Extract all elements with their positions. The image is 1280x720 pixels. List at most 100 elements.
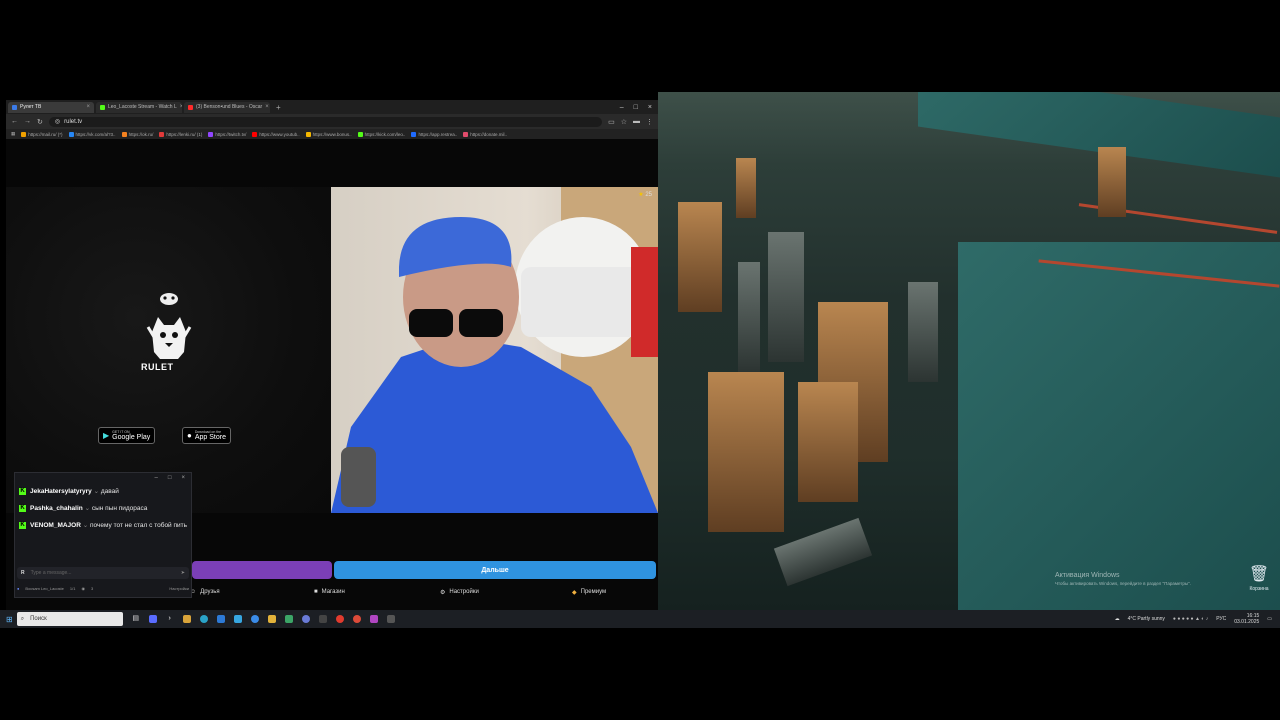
file-explorer-icon[interactable]: [182, 615, 191, 623]
minimize-icon[interactable]: –: [155, 475, 158, 481]
bookmark-item[interactable]: https://app.restrea..: [411, 131, 458, 137]
app-icon[interactable]: [369, 615, 378, 623]
wallpaper-building: [738, 262, 760, 372]
app-icon[interactable]: [386, 615, 395, 623]
bookmark-item[interactable]: https://lenki.ru/ (1): [159, 131, 202, 137]
next-button[interactable]: Дальше: [334, 561, 656, 579]
tab-kick[interactable]: Leo_Lacoste Stream - Watch L ×: [96, 101, 182, 113]
nav-friends[interactable]: ☺ Друзья: [190, 585, 220, 599]
chat-footer-viewers: 3: [90, 585, 94, 591]
bookmark-label: https://twitch.tv/: [215, 131, 247, 137]
extensions-icon[interactable]: ▬: [633, 118, 640, 125]
bookmark-item[interactable]: https://donate.mil..: [463, 131, 507, 137]
maximize-icon[interactable]: □: [634, 104, 638, 111]
windows-start-icon[interactable]: ⊞: [6, 615, 13, 624]
obs-icon[interactable]: [335, 615, 344, 623]
close-tab-icon[interactable]: ×: [265, 104, 269, 110]
close-tab-icon[interactable]: ×: [180, 104, 182, 110]
chat-message: K Pashka_chahalin ⌄ сын пын пидораса: [15, 500, 191, 517]
tab-youtube[interactable]: (3) Benson•und Blues - Oscar ×: [184, 101, 270, 113]
nav-premium[interactable]: ◆ Премиум: [572, 585, 606, 599]
weather-text[interactable]: 4°C Partly sunny: [1128, 616, 1165, 622]
chevron-down-icon: ⌄: [93, 488, 100, 495]
close-icon[interactable]: ×: [181, 475, 185, 481]
close-icon[interactable]: ×: [648, 104, 652, 111]
bookmark-label: https://ok.ru/: [128, 131, 154, 137]
edge-icon[interactable]: [199, 615, 208, 623]
recycle-bin-label: Корзина: [1249, 586, 1269, 592]
clock[interactable]: 16:15 03.01.2025: [1234, 613, 1259, 625]
desktop-wallpaper: [658, 92, 1280, 610]
bookmark-label: https://app.restrea..: [418, 131, 458, 137]
copilot-icon[interactable]: [148, 615, 157, 623]
chrome-icon[interactable]: [352, 615, 361, 623]
chevron-down-icon: ⌄: [84, 505, 91, 512]
chat-input[interactable]: R Type a message... ➤: [17, 567, 189, 579]
tray-icons[interactable]: ● ● ● ● ● ▲ ◐ ♪: [1173, 616, 1208, 622]
google-play-button[interactable]: ▶ GET IT ON Google Play: [98, 427, 156, 444]
menu-icon[interactable]: ⋮: [646, 118, 653, 126]
wallpaper-bay: [958, 242, 1280, 610]
taskbar-search[interactable]: ⌕ Поиск: [16, 612, 123, 626]
back-icon[interactable]: ←: [11, 118, 18, 125]
star-icon[interactable]: ☆: [621, 118, 627, 126]
site-info-icon[interactable]: ◎: [55, 118, 60, 125]
rulet-brand-text: RULET: [141, 362, 174, 372]
bookmark-item[interactable]: https://mail.ru/ (*): [21, 131, 63, 137]
screen-icon[interactable]: ▭: [608, 118, 615, 126]
app-store-button[interactable]: ● Download on the App Store: [182, 427, 231, 444]
bookmark-item[interactable]: https://www.bonus..: [305, 131, 352, 137]
bookmark-item[interactable]: https://twitch.tv/: [208, 131, 247, 137]
browser-icon[interactable]: [250, 615, 259, 623]
tab-label: Leo_Lacoste Stream - Watch L: [108, 104, 177, 110]
chat-username[interactable]: JekaHatersylatyryry: [30, 488, 92, 495]
bookmark-item[interactable]: https://www.youtub..: [252, 131, 300, 137]
telegram-icon[interactable]: [233, 615, 242, 623]
nav-settings[interactable]: ⚙ Настройки: [440, 585, 479, 599]
new-tab-button[interactable]: +: [272, 103, 285, 112]
forward-icon[interactable]: →: [24, 118, 31, 125]
bookmark-favicon-icon: [208, 131, 214, 137]
send-icon[interactable]: ➤: [181, 570, 185, 576]
close-tab-icon[interactable]: ×: [86, 104, 90, 110]
chat-message: K JekaHatersylatyryry ⌄ давай: [15, 483, 191, 500]
app-icon[interactable]: [284, 615, 293, 623]
maximize-icon[interactable]: □: [168, 475, 172, 481]
previous-button[interactable]: [192, 561, 332, 579]
bookmark-favicon-icon: [463, 131, 469, 137]
app-icon[interactable]: [318, 615, 327, 623]
language-indicator[interactable]: РУС: [1216, 616, 1226, 622]
chat-text: давай: [100, 488, 119, 495]
minimize-icon[interactable]: –: [620, 104, 624, 111]
chat-footer-user: Bocsam Leo_Lacoste: [25, 585, 64, 591]
kick-icon: K: [19, 504, 26, 512]
reload-icon[interactable]: ↻: [37, 118, 43, 126]
chat-settings-link[interactable]: Настройки: [169, 586, 189, 591]
nav-label: Премиум: [580, 589, 607, 595]
bookmark-label: https://mail.ru/ (*): [28, 131, 63, 137]
tab-rulet[interactable]: Рулет ТВ ×: [8, 101, 94, 113]
notifications-icon[interactable]: ▭: [1267, 616, 1272, 622]
chat-username[interactable]: Pashka_chahalin: [30, 505, 83, 512]
bookmark-item[interactable]: https://ok.ru/: [121, 131, 154, 137]
task-view-icon[interactable]: ▤: [132, 615, 140, 623]
bookmark-item[interactable]: https://kick.com/leo..: [357, 131, 405, 137]
bookmark-item[interactable]: https://vk.com/al?3..: [68, 131, 116, 137]
store-icon[interactable]: [216, 615, 225, 623]
app-icon[interactable]: [267, 615, 276, 623]
apple-icon: ●: [187, 431, 192, 440]
wallpaper-building: [736, 158, 756, 218]
bookmark-favicon-icon: [411, 131, 417, 137]
user-icon: ●: [17, 585, 20, 591]
chat-username[interactable]: VENOM_MAJOR: [30, 522, 81, 529]
apps-icon[interactable]: ▦: [11, 131, 15, 137]
nav-shop[interactable]: ■ Магазин: [314, 585, 345, 599]
bookmark-favicon-icon: [357, 131, 363, 137]
terminal-icon[interactable]: ›: [166, 615, 174, 623]
discord-icon[interactable]: [301, 615, 310, 623]
wallpaper-building: [678, 202, 722, 312]
star-icon: ★: [638, 192, 644, 198]
tab-label: (3) Benson•und Blues - Oscar: [196, 104, 263, 110]
url-bar[interactable]: ◎ rulet.tv: [48, 116, 603, 127]
chevron-down-icon: ⌄: [82, 522, 89, 529]
